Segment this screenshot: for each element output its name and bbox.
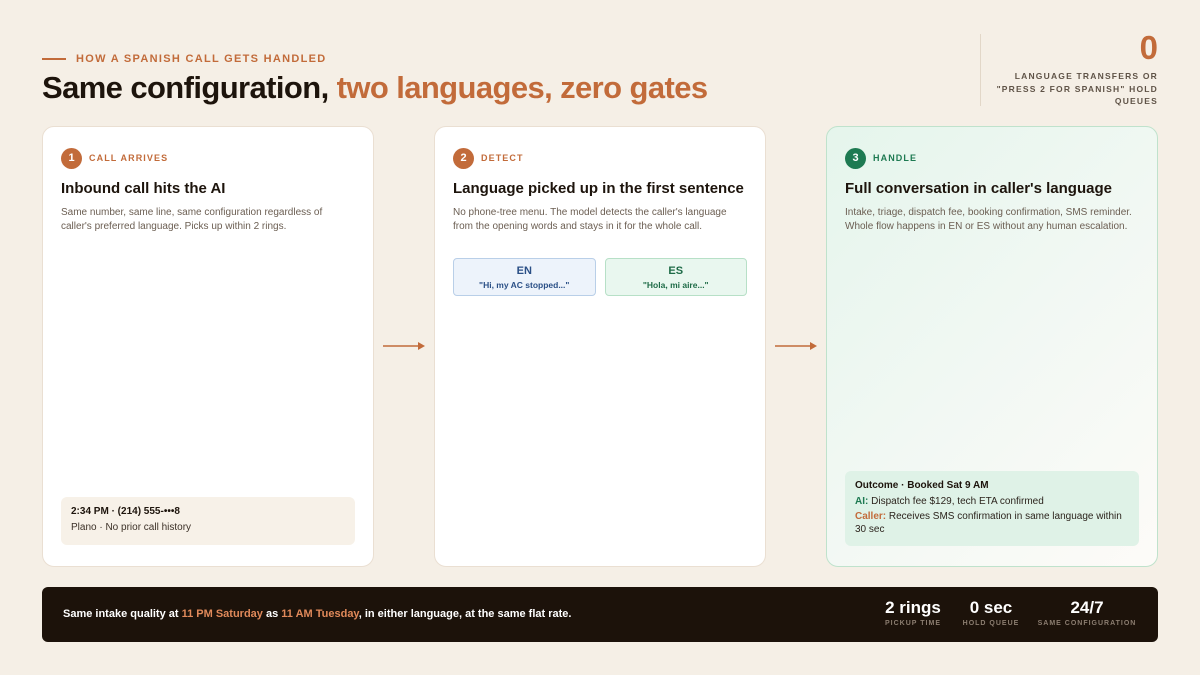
- step-header: 2 DETECT: [453, 147, 747, 169]
- footer-stat-label: PICKUP TIME: [885, 620, 941, 627]
- flow-arrow-icon: [775, 342, 817, 350]
- footer-stat-hold: 0 sec HOLD QUEUE: [953, 598, 1029, 627]
- language-sample: "Hola, mi aire...": [642, 279, 709, 290]
- card-title: Inbound call hits the AI: [61, 180, 226, 197]
- footer-stat-label: SAME CONFIGURATION: [1037, 620, 1137, 627]
- footer-stat-value: 24/7: [1070, 598, 1104, 617]
- outcome-box: Outcome · Booked Sat 9 AM AI: Dispatch f…: [845, 471, 1139, 546]
- eyebrow-text: HOW A SPANISH CALL GETS HANDLED: [76, 53, 327, 65]
- footer-stat-value: 0 sec: [969, 598, 1013, 617]
- call-info-box: 2:34 PM · (214) 555-•••8 Plano · No prio…: [61, 497, 355, 545]
- footer-stat-pickup: 2 rings PICKUP TIME: [868, 598, 958, 627]
- language-code: ES: [668, 264, 684, 277]
- step-label: CALL ARRIVES: [89, 153, 169, 163]
- step-label: HANDLE: [873, 153, 918, 163]
- step-number-badge: 3: [845, 147, 866, 169]
- card-description: Same number, same line, same configurati…: [61, 207, 323, 232]
- step-card-call-arrives: 1 CALL ARRIVES Inbound call hits the AI …: [42, 126, 374, 567]
- summary-highlight: 11 AM Tuesday: [281, 608, 359, 620]
- ai-tag: AI:: [855, 496, 869, 507]
- language-chip-es: ES "Hola, mi aire...": [604, 258, 747, 296]
- language-sample: "Hi, my AC stopped...": [479, 279, 570, 290]
- flow-arrow-icon: [383, 342, 425, 350]
- summary-text: Same intake quality at: [63, 608, 182, 620]
- call-time-number: 2:34 PM · (214) 555-•••8: [71, 506, 180, 517]
- step-card-handle: 3 HANDLE Full conversation in caller's l…: [826, 126, 1158, 567]
- language-code: EN: [516, 264, 532, 277]
- call-location-history: Plano · No prior call history: [71, 522, 192, 533]
- footer-stat-label: HOLD QUEUE: [962, 620, 1020, 627]
- hero-stat-value: 0: [1139, 29, 1158, 66]
- title-plain: Same configuration,: [42, 70, 337, 105]
- hero-stat: 0 LANGUAGE TRANSFERS OR "PRESS 2 FOR SPA…: [978, 28, 1158, 108]
- ai-text: Dispatch fee $129, tech ETA confirmed: [868, 496, 1044, 507]
- footer-stat-value: 2 rings: [885, 598, 941, 617]
- caller-text: Receives SMS confirmation in same langua…: [855, 510, 1122, 536]
- card-description: Intake, triage, dispatch fee, booking co…: [845, 207, 1132, 232]
- section-eyebrow: HOW A SPANISH CALL GETS HANDLED: [42, 53, 327, 65]
- card-description: No phone-tree menu. The model detects th…: [453, 207, 727, 232]
- card-title: Full conversation in caller's language: [845, 180, 1112, 197]
- caller-tag: Caller:: [855, 510, 887, 522]
- eyebrow-rule: [42, 58, 66, 60]
- summary-highlight: 11 PM Saturday: [181, 608, 263, 620]
- page-title: Same configuration, two languages, zero …: [42, 70, 708, 106]
- outcome-ai-line: AI: Dispatch fee $129, tech ETA confirme…: [855, 495, 1129, 509]
- summary-text: , in either language, at the same flat r…: [358, 608, 572, 620]
- step-header: 1 CALL ARRIVES: [61, 147, 355, 169]
- language-options: EN "Hi, my AC stopped..." ES "Hola, mi a…: [453, 258, 747, 296]
- hero-stat-label: LANGUAGE TRANSFERS OR "PRESS 2 FOR SPANI…: [996, 71, 1158, 106]
- title-accent: two languages, zero gates: [336, 70, 708, 105]
- outcome-title: Outcome · Booked Sat 9 AM: [855, 480, 989, 491]
- summary-sentence: Same intake quality at 11 PM Saturday as…: [63, 608, 571, 620]
- summary-text: as: [262, 608, 282, 620]
- footer-stat-availability: 24/7 SAME CONFIGURATION: [1032, 598, 1142, 627]
- summary-bar: Same intake quality at 11 PM Saturday as…: [42, 587, 1158, 642]
- language-chip-en: EN "Hi, my AC stopped...": [453, 258, 596, 296]
- step-number-badge: 1: [61, 147, 82, 169]
- step-label: DETECT: [481, 153, 524, 163]
- step-header: 3 HANDLE: [845, 147, 1139, 169]
- card-title: Language picked up in the first sentence: [453, 180, 744, 197]
- step-number-badge: 2: [453, 147, 474, 169]
- step-card-detect: 2 DETECT Language picked up in the first…: [434, 126, 766, 567]
- outcome-caller-line: Caller: Receives SMS confirmation in sam…: [855, 510, 1129, 537]
